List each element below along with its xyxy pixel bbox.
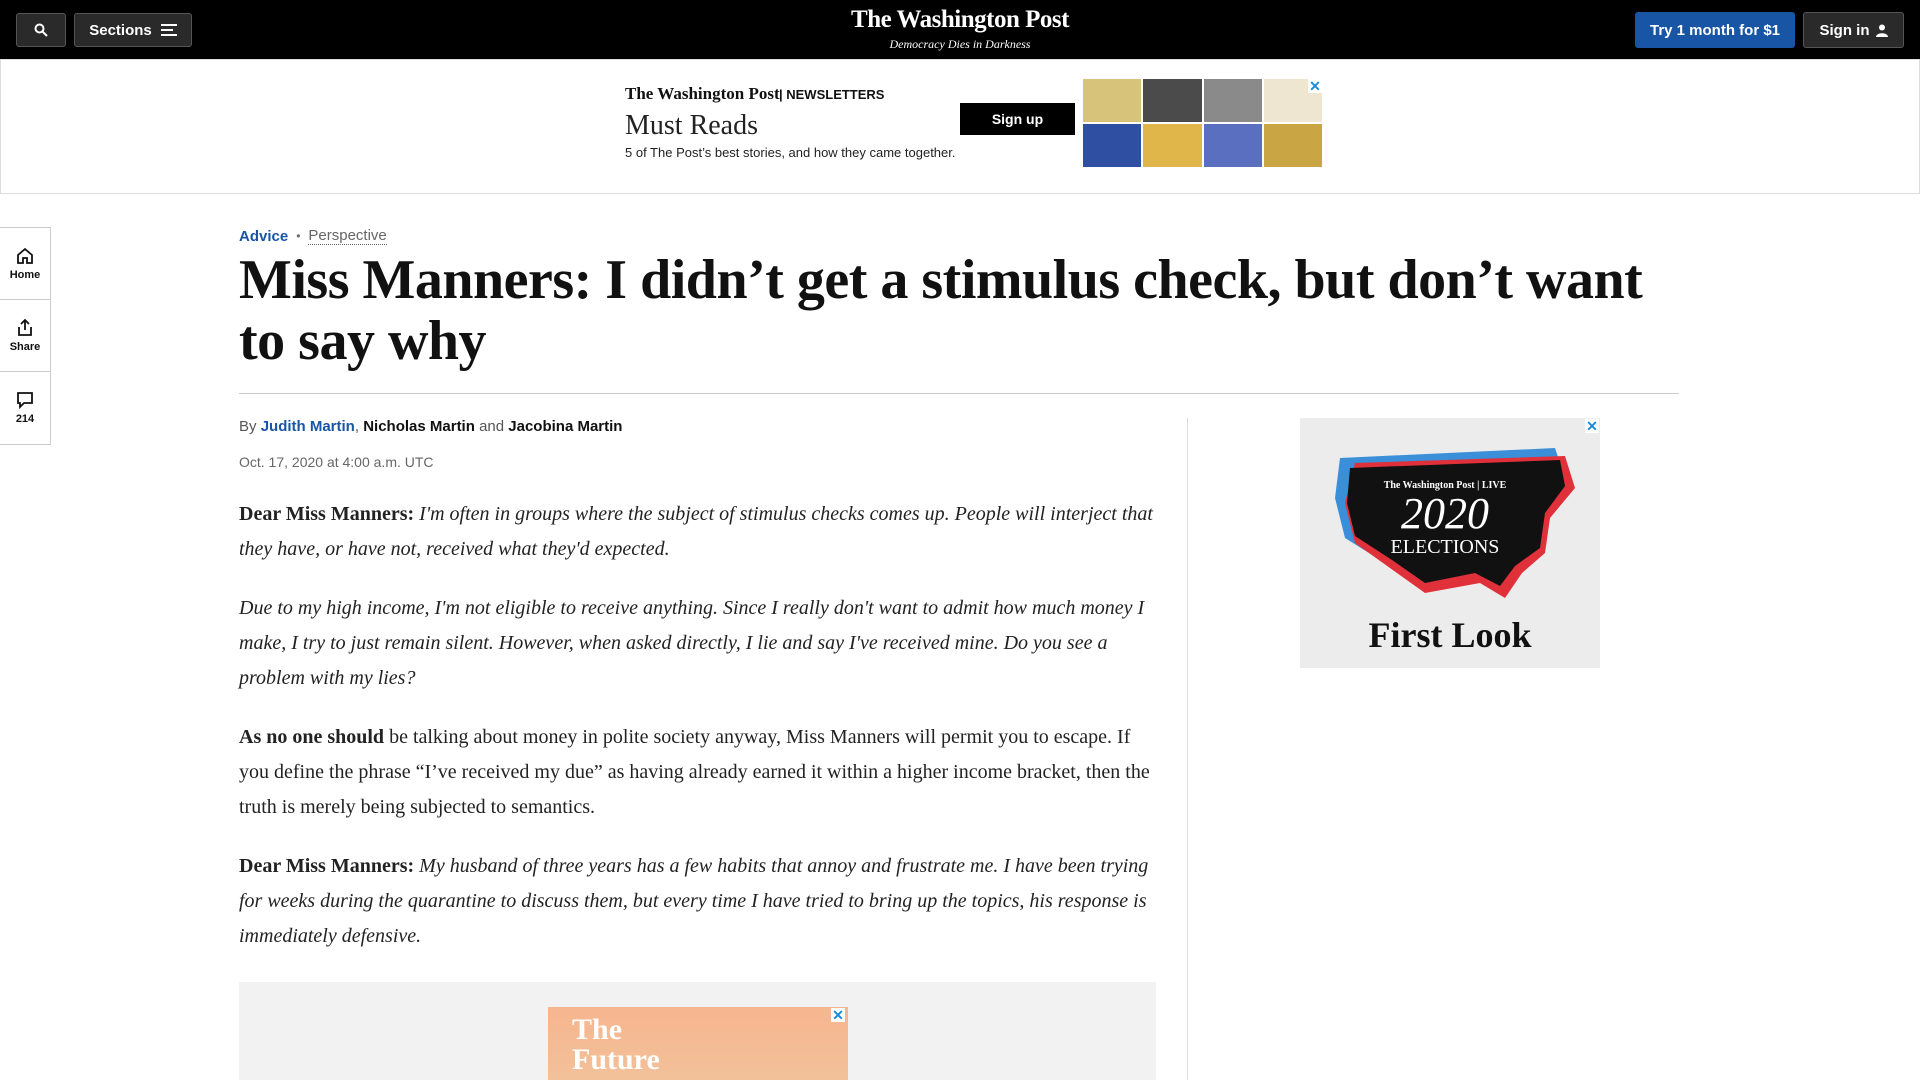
search-button[interactable]	[16, 13, 66, 47]
share-button[interactable]: Share	[0, 300, 50, 372]
site-logo[interactable]: The Washington Post	[810, 6, 1110, 34]
sign-in-button[interactable]: Sign in	[1803, 12, 1904, 48]
article-kicker: Advice • Perspective	[239, 227, 387, 245]
ad-newsletters-tag: | NEWSLETTERS	[779, 87, 885, 102]
answer-lead: As no one should	[239, 726, 385, 748]
user-icon	[1875, 24, 1888, 37]
home-label: Home	[9, 268, 41, 281]
site-tagline: Democracy Dies in Darkness	[889, 37, 1031, 51]
share-icon	[18, 318, 32, 336]
author-name: Jacobina Martin	[508, 418, 623, 435]
inline-ad-headline: The Future	[572, 1013, 660, 1076]
byline-and: and	[479, 418, 505, 435]
byline: By Judith Martin, Nicholas Martin and Ja…	[239, 418, 622, 435]
comments-button[interactable]: 214	[0, 372, 50, 444]
newsletter-ad[interactable]: The Washington Post | NEWSLETTERS Must R…	[603, 78, 1323, 168]
column-divider	[1187, 418, 1188, 1080]
headline-divider	[239, 393, 1679, 394]
ad-wapo-logo: The Washington Post	[625, 84, 780, 103]
top-navigation-bar: Sections The Washington Post Democracy D…	[0, 0, 1920, 59]
search-icon	[34, 23, 48, 37]
sections-label: Sections	[89, 21, 152, 39]
right-rail-ad[interactable]: The Washington Post | LIVE 2020 ELECTION…	[1300, 418, 1600, 668]
comment-icon	[17, 392, 33, 409]
article-body: Dear Miss Manners: I'm often in groups w…	[239, 497, 1156, 978]
masthead[interactable]: The Washington Post Democracy Dies in Da…	[810, 6, 1110, 52]
kicker-separator: •	[296, 229, 301, 243]
sections-button[interactable]: Sections	[74, 13, 192, 47]
home-icon	[17, 247, 33, 264]
right-ad-close-icon[interactable]: ✕	[1585, 419, 1599, 433]
svg-text:ELECTIONS: ELECTIONS	[1391, 536, 1500, 558]
menu-icon	[160, 24, 177, 36]
article-headline: Miss Manners: I didn’t get a stimulus ch…	[239, 249, 1643, 372]
article-paragraph: Dear Miss Manners: My husband of three y…	[239, 855, 1149, 947]
left-action-rail: Home Share 214	[0, 227, 51, 445]
comments-count: 214	[15, 413, 35, 425]
ad-title: Must Reads	[625, 110, 758, 141]
author-link[interactable]: Judith Martin	[261, 418, 355, 435]
ad-signup-button[interactable]: Sign up	[960, 103, 1075, 135]
byline-comma: ,	[354, 418, 360, 435]
right-ad-title: First Look	[1368, 615, 1532, 655]
ad-description: 5 of The Post’s best stories, and how th…	[625, 145, 956, 160]
ad-close-icon[interactable]: ✕	[1308, 79, 1322, 93]
section-link[interactable]: Advice	[239, 228, 288, 245]
subscribe-trial-button[interactable]: Try 1 month for $1	[1635, 12, 1795, 48]
svg-text:2020: 2020	[1401, 489, 1489, 538]
inline-ad[interactable]: The Future	[548, 1007, 848, 1080]
perspective-label[interactable]: Perspective	[308, 227, 387, 245]
article-paragraph: Dear Miss Manners: I'm often in groups w…	[239, 503, 1153, 560]
us-map-illustration: The Washington Post | LIVE 2020 ELECTION…	[1335, 448, 1575, 598]
inline-ad-close-icon[interactable]: ✕	[831, 1008, 845, 1022]
letter-salutation: Dear Miss Manners:	[239, 855, 415, 877]
publish-date: Oct. 17, 2020 at 4:00 a.m. UTC	[239, 454, 434, 470]
letter-salutation: Dear Miss Manners:	[239, 503, 415, 525]
article-paragraph: As no one should be talking about money …	[239, 726, 1150, 818]
sign-in-label: Sign in	[1819, 21, 1870, 39]
article-paragraph: Due to my high income, I'm not eligible …	[239, 597, 1145, 689]
author-name: Nicholas Martin	[363, 418, 475, 435]
ad-collage-image	[1082, 78, 1323, 168]
home-button[interactable]: Home	[0, 228, 50, 300]
share-label: Share	[9, 340, 41, 353]
byline-by: By	[239, 418, 257, 435]
